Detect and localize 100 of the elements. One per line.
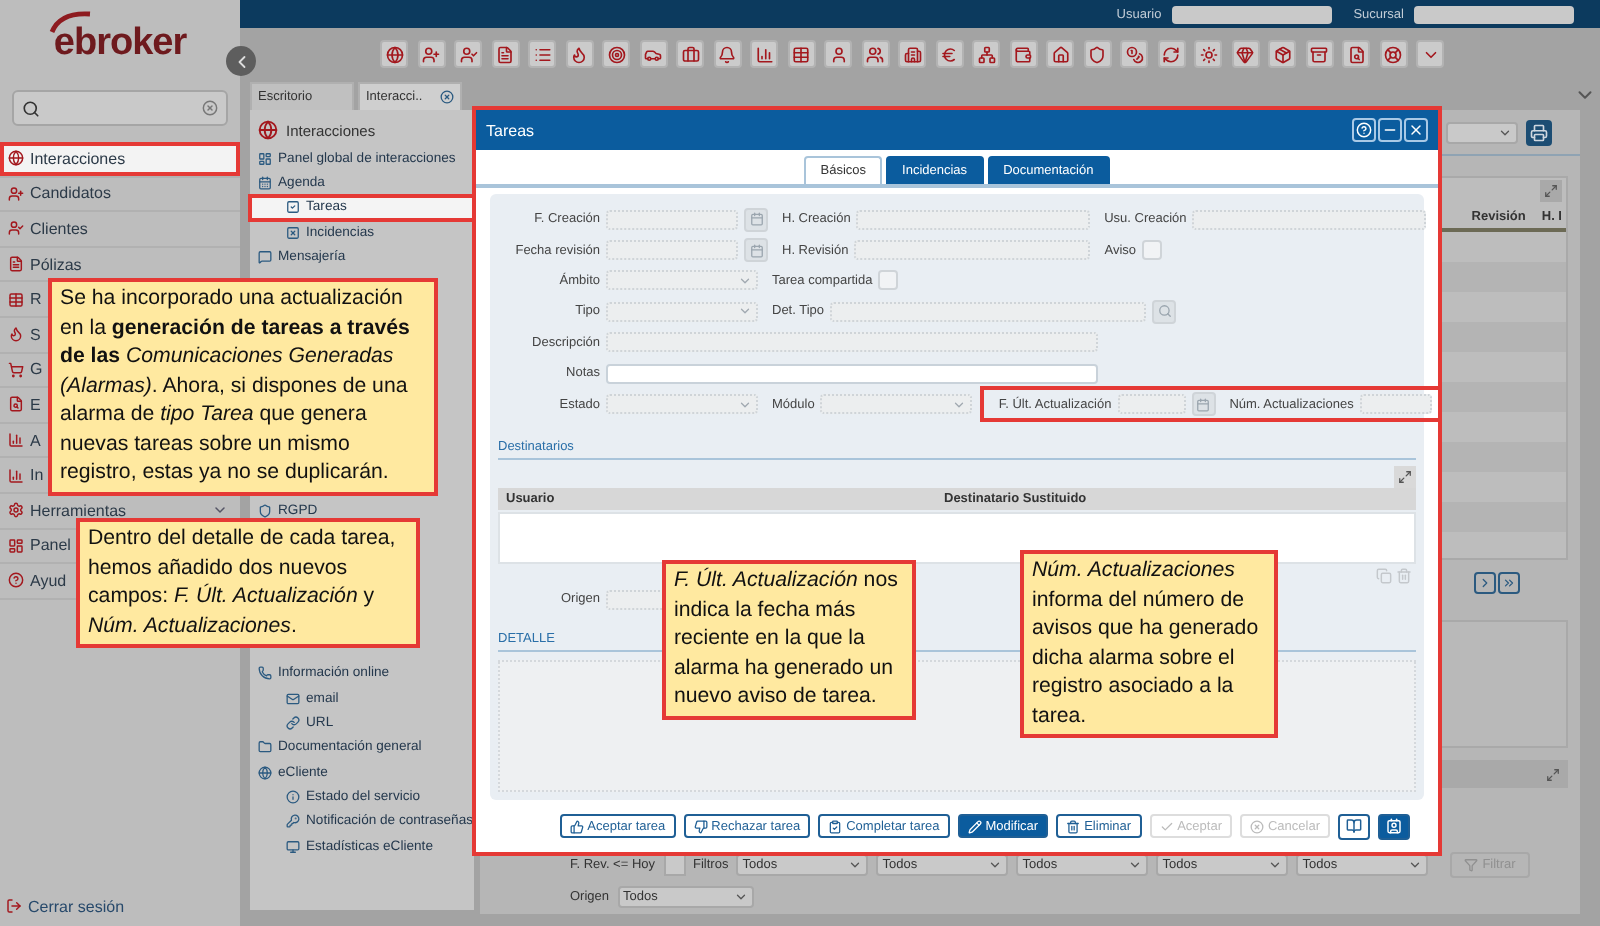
toolbar-button[interactable] xyxy=(454,40,482,68)
toolbar-button[interactable] xyxy=(1416,40,1444,68)
close-button[interactable] xyxy=(1404,118,1428,142)
toolbar-button[interactable] xyxy=(1046,40,1074,68)
nav-item[interactable]: S xyxy=(0,322,49,347)
next-page-button[interactable] xyxy=(1474,571,1496,593)
input-field[interactable] xyxy=(606,332,1098,353)
toolbar-button[interactable] xyxy=(1120,40,1148,68)
nav-item[interactable]: Interacciones xyxy=(0,141,240,177)
nav-item[interactable]: R xyxy=(0,287,50,312)
input-field[interactable] xyxy=(856,209,1091,230)
table-icon xyxy=(8,291,24,308)
dropdown-field[interactable] xyxy=(606,270,758,291)
nav-item[interactable]: A xyxy=(0,428,49,453)
search-field[interactable] xyxy=(12,90,228,126)
toolbar-button[interactable] xyxy=(565,40,593,68)
input-field[interactable] xyxy=(830,301,1147,322)
expand-icon xyxy=(1398,469,1412,484)
toolbar-button[interactable] xyxy=(713,40,741,68)
toolbar-button[interactable] xyxy=(417,40,445,68)
toolbar-button[interactable] xyxy=(676,40,704,68)
checkbox[interactable] xyxy=(663,854,686,876)
callout-note: Núm. Actualizaciones informa del número de avisos que ha generado dicha alarma sobre el registro asociado a la tarea. xyxy=(1020,550,1278,738)
link-icon xyxy=(286,716,300,731)
user-field[interactable] xyxy=(1171,5,1332,23)
network-icon xyxy=(977,45,995,63)
dropdown-field[interactable] xyxy=(606,301,758,322)
toolbar-button[interactable] xyxy=(1268,40,1296,68)
input-field[interactable] xyxy=(606,363,1098,384)
contact-button[interactable] xyxy=(1378,813,1410,839)
toolbar-button[interactable] xyxy=(861,40,889,68)
checkbox-icon xyxy=(286,200,300,215)
search-icon xyxy=(1157,304,1172,319)
expand-button[interactable] xyxy=(1540,180,1562,202)
trash-icon xyxy=(1396,567,1412,584)
nav-item[interactable]: G xyxy=(0,357,51,382)
message-icon xyxy=(258,249,272,264)
branch-field[interactable] xyxy=(1414,5,1574,23)
last-page-button[interactable] xyxy=(1498,571,1520,593)
checkbox[interactable] xyxy=(878,270,899,291)
toolbar-button[interactable] xyxy=(824,40,852,68)
date-field[interactable] xyxy=(606,240,738,261)
toolbar-button[interactable] xyxy=(528,40,556,68)
input-field[interactable] xyxy=(606,589,666,610)
logout-link[interactable]: Cerrar sesión xyxy=(0,886,240,926)
nav-item[interactable]: Clientes xyxy=(0,216,96,241)
nav-item[interactable]: Candidatos xyxy=(0,181,119,206)
toolbar-button[interactable] xyxy=(1083,40,1111,68)
toolbar-button[interactable] xyxy=(750,40,778,68)
nav-item[interactable]: Panel xyxy=(0,533,79,558)
date-field[interactable] xyxy=(606,209,738,230)
lifebuoy-icon xyxy=(1384,45,1402,63)
toolbar-button[interactable] xyxy=(898,40,926,68)
dropdown-field[interactable] xyxy=(820,394,973,415)
checkbox[interactable] xyxy=(1142,240,1163,261)
toolbar-button[interactable] xyxy=(1305,40,1333,68)
bell-icon xyxy=(718,45,736,63)
input-field[interactable] xyxy=(1359,394,1432,415)
key-icon xyxy=(286,814,300,829)
calendar-icon xyxy=(1196,397,1211,412)
dropdown-field[interactable] xyxy=(606,394,758,415)
input-field[interactable] xyxy=(854,240,1091,261)
toolbar-button[interactable] xyxy=(491,40,519,68)
dashboard-icon xyxy=(8,537,24,554)
package-icon xyxy=(1273,45,1291,63)
dropdown-field[interactable] xyxy=(1446,121,1518,143)
expand-button[interactable] xyxy=(1394,465,1416,488)
toolbar-button[interactable] xyxy=(972,40,1000,68)
toolbar-button[interactable] xyxy=(1231,40,1259,68)
toolbar-button[interactable] xyxy=(639,40,667,68)
help-button[interactable] xyxy=(1352,118,1376,142)
toolbar-button[interactable] xyxy=(1157,40,1185,68)
phone-icon xyxy=(258,666,272,681)
collapse-button[interactable] xyxy=(226,46,256,76)
expand-button[interactable] xyxy=(1542,763,1564,785)
user-check-icon xyxy=(459,45,477,63)
users-icon xyxy=(866,45,884,63)
printer-icon xyxy=(1530,123,1548,141)
toolbar-button[interactable] xyxy=(380,40,408,68)
input-field[interactable] xyxy=(1192,209,1426,230)
toolbar-button[interactable] xyxy=(1379,40,1407,68)
minimize-button[interactable] xyxy=(1378,118,1402,142)
nav-item[interactable]: Pólizas xyxy=(0,252,90,277)
toolbar-button[interactable] xyxy=(1194,40,1222,68)
nav-item[interactable]: E xyxy=(0,392,49,417)
flame-icon xyxy=(570,45,588,63)
toolbar-button[interactable] xyxy=(935,40,963,68)
toolbar-button[interactable] xyxy=(787,40,815,68)
nav-item[interactable]: Ayud xyxy=(0,568,75,593)
toolbar-button[interactable] xyxy=(1009,40,1037,68)
date-field[interactable] xyxy=(1117,394,1186,415)
document-icon xyxy=(8,256,24,273)
toolbar-button[interactable] xyxy=(602,40,630,68)
toolbar-button[interactable] xyxy=(1342,40,1370,68)
print-button[interactable] xyxy=(1526,119,1552,145)
nav-item[interactable]: In xyxy=(0,463,52,488)
nav-item[interactable]: Herramientas xyxy=(0,498,135,523)
mail-icon xyxy=(286,691,300,706)
notes-button[interactable] xyxy=(1338,813,1370,839)
bar-chart-icon xyxy=(8,432,24,449)
